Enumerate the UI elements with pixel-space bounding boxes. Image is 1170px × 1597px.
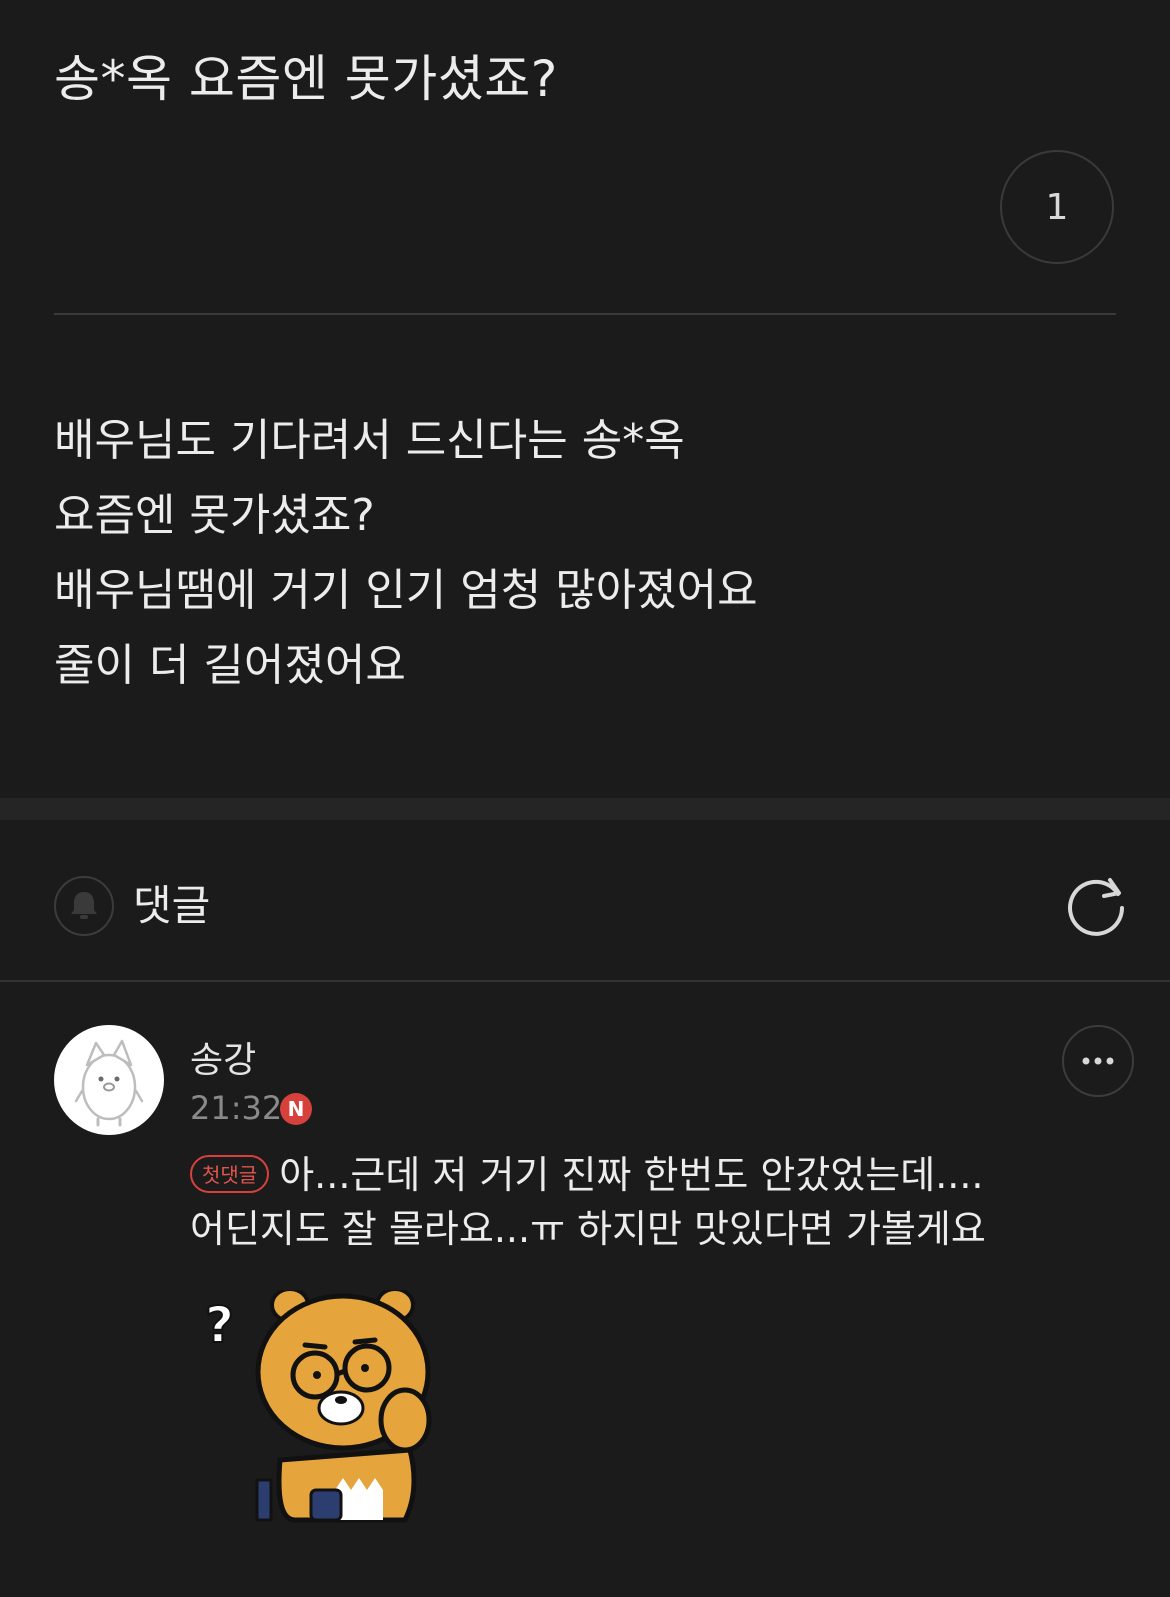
comments-header: 댓글 bbox=[0, 820, 1170, 980]
comment-more-button[interactable] bbox=[1062, 1025, 1134, 1097]
post-title: 송*옥 요즘엔 못가셨죠? bbox=[54, 50, 558, 108]
first-comment-badge: 첫댓글 bbox=[190, 1154, 270, 1193]
post-body-line: 배우님도 기다려서 드신다는 송*옥 bbox=[54, 415, 685, 466]
post-body-line: 요즘엔 못가셨죠? bbox=[54, 490, 375, 541]
new-badge: N bbox=[280, 1093, 312, 1125]
bell-icon bbox=[71, 892, 97, 919]
bear-thinking-sticker: ? bbox=[204, 1287, 432, 1523]
penguin-avatar-icon bbox=[74, 1039, 144, 1127]
post-body-line: 줄이 더 길어졌어요 bbox=[54, 640, 406, 691]
post-body: 배우님도 기다려서 드신다는 송*옥 요즘엔 못가셨죠? 배우님땜에 거기 인기… bbox=[54, 403, 758, 703]
post-body-line: 배우님땜에 거기 인기 엄청 많아졌어요 bbox=[54, 565, 758, 616]
like-count: 1 bbox=[1045, 186, 1069, 228]
refresh-button[interactable] bbox=[1066, 872, 1130, 936]
comment-text: 첫댓글 아...근데 저 거기 진짜 한번도 안갔었는데.... 어딘지도 잘 몰… bbox=[190, 1148, 986, 1256]
like-count-button[interactable]: 1 bbox=[1000, 150, 1114, 264]
comments-label: 댓글 bbox=[133, 881, 211, 930]
svg-text:?: ? bbox=[205, 1296, 234, 1354]
notify-button[interactable] bbox=[54, 876, 114, 936]
refresh-icon bbox=[1068, 878, 1124, 936]
more-dots-icon bbox=[1082, 1057, 1114, 1065]
comment-line-text: 아...근데 저 거기 진짜 한번도 안갔었는데.... bbox=[279, 1153, 984, 1197]
comment-line: 어딘지도 잘 몰라요...ㅠ 하지만 맛있다면 가볼게요 bbox=[190, 1207, 986, 1251]
section-separator bbox=[0, 798, 1170, 820]
comment-author[interactable]: 송강 bbox=[190, 1038, 256, 1084]
divider bbox=[54, 313, 1116, 315]
comment-line: 첫댓글 아...근데 저 거기 진짜 한번도 안갔었는데.... bbox=[190, 1148, 986, 1202]
comment-time: 21:32 bbox=[190, 1089, 283, 1127]
comment-avatar[interactable] bbox=[54, 1025, 164, 1135]
divider bbox=[0, 980, 1170, 982]
post-page: 송*옥 요즘엔 못가셨죠? 1 배우님도 기다려서 드신다는 송*옥 요즘엔 못… bbox=[0, 0, 1170, 1597]
comment-sticker: ? bbox=[204, 1287, 445, 1530]
